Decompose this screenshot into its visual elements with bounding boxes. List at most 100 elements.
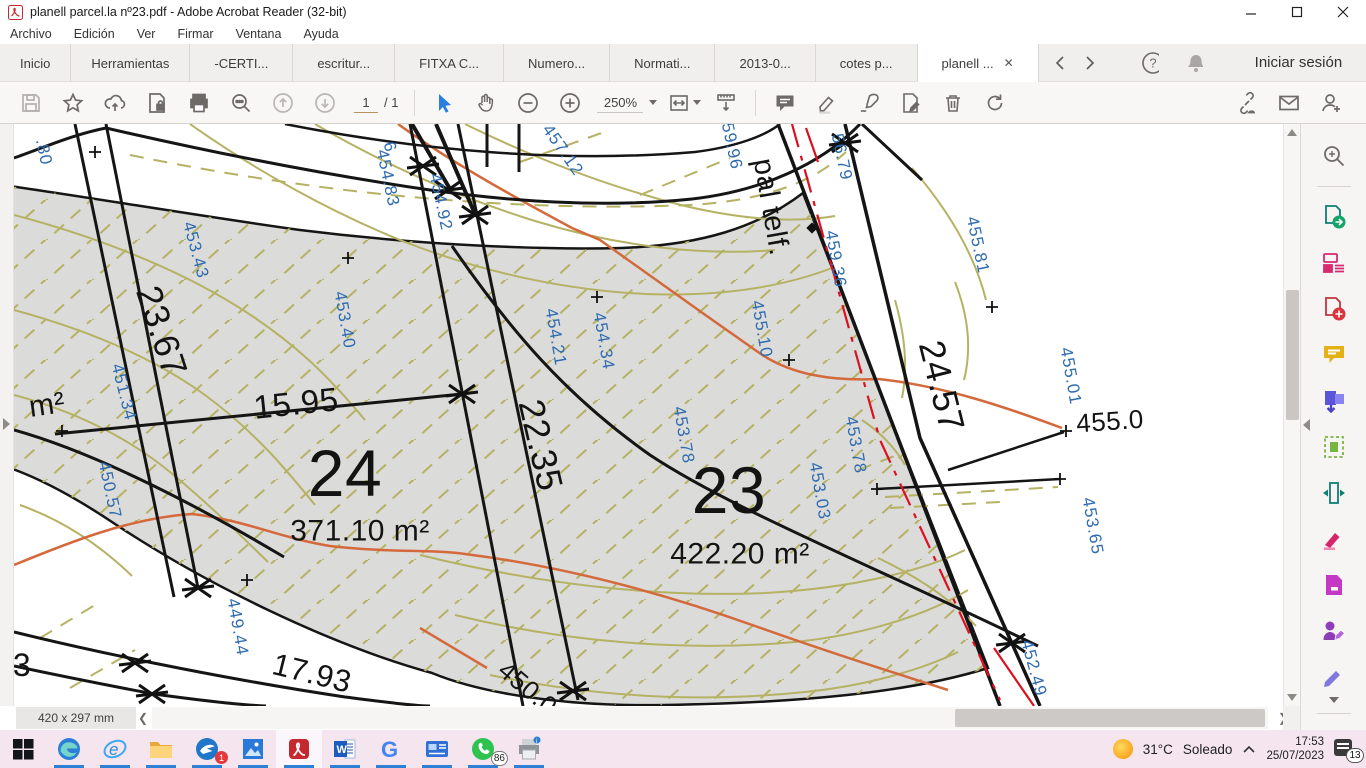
tab-herramientas[interactable]: Herramientas (71, 44, 190, 82)
share-link-button[interactable] (1229, 86, 1265, 120)
sidebar-tool-comment[interactable] (1314, 335, 1354, 375)
zoom-in-button[interactable] (552, 86, 588, 120)
menu-firmar[interactable]: Firmar (177, 27, 213, 41)
menu-archivo[interactable]: Archivo (10, 27, 52, 41)
fit-width-button[interactable] (666, 86, 702, 120)
sidebar-tool-search[interactable] (1314, 136, 1354, 176)
help-button[interactable]: ? (1135, 48, 1165, 78)
sidebar-tool-organize-pages[interactable] (1314, 427, 1354, 467)
hand-tool-button[interactable] (468, 86, 504, 120)
search-button[interactable] (223, 86, 259, 120)
comment-tool-button[interactable] (767, 86, 803, 120)
taskbar-app-acrobat[interactable] (276, 730, 322, 768)
delete-button[interactable] (935, 86, 971, 120)
weather-temperature[interactable]: 31°C (1143, 742, 1173, 757)
tab-numero[interactable]: Numero... (504, 44, 610, 82)
zoom-control[interactable]: 250% (597, 93, 657, 113)
taskbar-app-blue-app[interactable] (414, 730, 460, 768)
left-panel-collapsed[interactable] (0, 124, 14, 706)
hand-icon (474, 91, 498, 115)
taskbar-app-google[interactable]: G (368, 730, 414, 768)
tab-certi[interactable]: -CERTI... (190, 44, 293, 82)
sign-tool-button[interactable] (851, 86, 887, 120)
tab-fitxa-c[interactable]: FITXA C... (395, 44, 504, 82)
taskbar-apps: e 1 WG 86i (0, 730, 552, 768)
tab-normati[interactable]: Normati... (610, 44, 715, 82)
highlight-tool-button[interactable] (809, 86, 845, 120)
tab-cotes-p[interactable]: cotes p... (816, 44, 918, 82)
close-button[interactable] (1320, 0, 1366, 24)
zoom-dropdown-caret-icon[interactable] (649, 100, 657, 105)
select-tool-button[interactable] (426, 86, 462, 120)
tab-2013-0[interactable]: 2013-0... (715, 44, 815, 82)
more-tools-chevron-icon[interactable] (1329, 697, 1339, 703)
taskbar-app-start[interactable] (0, 730, 46, 768)
scroll-up-icon[interactable] (1287, 129, 1297, 136)
menu-ventana[interactable]: Ventana (236, 27, 282, 41)
sidebar-tool-export-pdf[interactable] (1314, 197, 1354, 237)
zoom-level-value[interactable]: 250% (597, 93, 643, 113)
close-tab-icon[interactable]: ✕ (1004, 56, 1014, 70)
refresh-button[interactable] (977, 86, 1013, 120)
taskbar-app-iexplorer[interactable]: e (92, 730, 138, 768)
fit-dropdown-caret-icon[interactable] (693, 100, 701, 105)
sidebar-tool-more-tools[interactable] (1314, 657, 1354, 697)
zoom-out-button[interactable] (510, 86, 546, 120)
horizontal-scrollbar-thumb[interactable] (955, 709, 1265, 727)
notification-center-button[interactable]: 13 (1334, 737, 1360, 761)
sidebar-tool-redact[interactable] (1314, 519, 1354, 559)
page-number-input[interactable]: 1 (354, 93, 378, 113)
taskbar-app-whatsapp[interactable]: 86 (460, 730, 506, 768)
taskbar-app-thunderbird[interactable]: 1 (184, 730, 230, 768)
scroll-down-icon[interactable] (1287, 694, 1297, 701)
email-button[interactable] (1271, 86, 1307, 120)
horizontal-scrollbar[interactable] (152, 707, 1268, 729)
tab-escritur[interactable]: escritur... (293, 44, 395, 82)
menu-edici-n[interactable]: Edición (74, 27, 115, 41)
previous-tab-button[interactable] (1047, 50, 1073, 76)
sidebar-tool-combine-files[interactable] (1314, 381, 1354, 421)
maximize-button[interactable] (1274, 0, 1320, 24)
taskbar-app-photos[interactable] (230, 730, 276, 768)
sidebar-tool-protect[interactable] (1314, 565, 1354, 605)
previous-page-button[interactable] (265, 86, 301, 120)
document-canvas[interactable]: .806453.43453.40451.34450.57449.44454.83… (14, 124, 1283, 706)
sidebar-tool-fill-sign[interactable] (1314, 611, 1354, 651)
taskbar-clock[interactable]: 17:53 25/07/2023 (1266, 735, 1324, 764)
taskbar-app-printer[interactable]: i (506, 730, 552, 768)
tab-planell[interactable]: planell ...✕ (918, 44, 1039, 82)
fill-and-sign-button[interactable] (893, 86, 929, 120)
document-lock-button[interactable] (139, 86, 175, 120)
vertical-scrollbar[interactable] (1283, 124, 1300, 706)
star-favorite-button[interactable] (55, 86, 91, 120)
add-account-button[interactable] (1313, 86, 1349, 120)
fit-page-width-button[interactable] (708, 86, 744, 120)
taskbar-app-word[interactable]: W (322, 730, 368, 768)
menu-bar: Archivo Edición Ver Firmar Ventana Ayuda (0, 24, 1366, 44)
scroll-left-button[interactable]: ❮ (132, 710, 154, 726)
notifications-bell-button[interactable] (1179, 48, 1209, 78)
weather-description[interactable]: Soleado (1183, 742, 1233, 757)
acrobat-logo-icon (8, 5, 23, 20)
next-tab-button[interactable] (1077, 50, 1103, 76)
sidebar-tool-edit-pdf[interactable] (1314, 243, 1354, 283)
taskbar-app-edge[interactable] (46, 730, 92, 768)
sidebar-tool-create-pdf[interactable] (1314, 289, 1354, 329)
sign-in-button[interactable]: Iniciar sesión (1249, 53, 1349, 72)
vertical-scrollbar-thumb[interactable] (1286, 290, 1299, 420)
tray-overflow-chevron-icon[interactable] (1242, 744, 1256, 754)
upload-cloud-button[interactable] (97, 86, 133, 120)
menu-ayuda[interactable]: Ayuda (303, 27, 338, 41)
save-button[interactable] (13, 86, 49, 120)
next-page-button[interactable] (307, 86, 343, 120)
expand-left-panel-icon[interactable] (3, 418, 10, 430)
collapse-tools-panel-icon[interactable] (1303, 419, 1310, 431)
menu-ver[interactable]: Ver (137, 27, 156, 41)
tab-inicio[interactable]: Inicio (0, 44, 71, 82)
document-area: .806453.43453.40451.34450.57449.44454.83… (0, 124, 1366, 730)
sidebar-tool-compress-pdf[interactable] (1314, 473, 1354, 513)
taskbar-app-file-explorer[interactable] (138, 730, 184, 768)
print-button[interactable] (181, 86, 217, 120)
weather-sun-icon[interactable] (1113, 739, 1133, 759)
minimize-button[interactable] (1228, 0, 1274, 24)
